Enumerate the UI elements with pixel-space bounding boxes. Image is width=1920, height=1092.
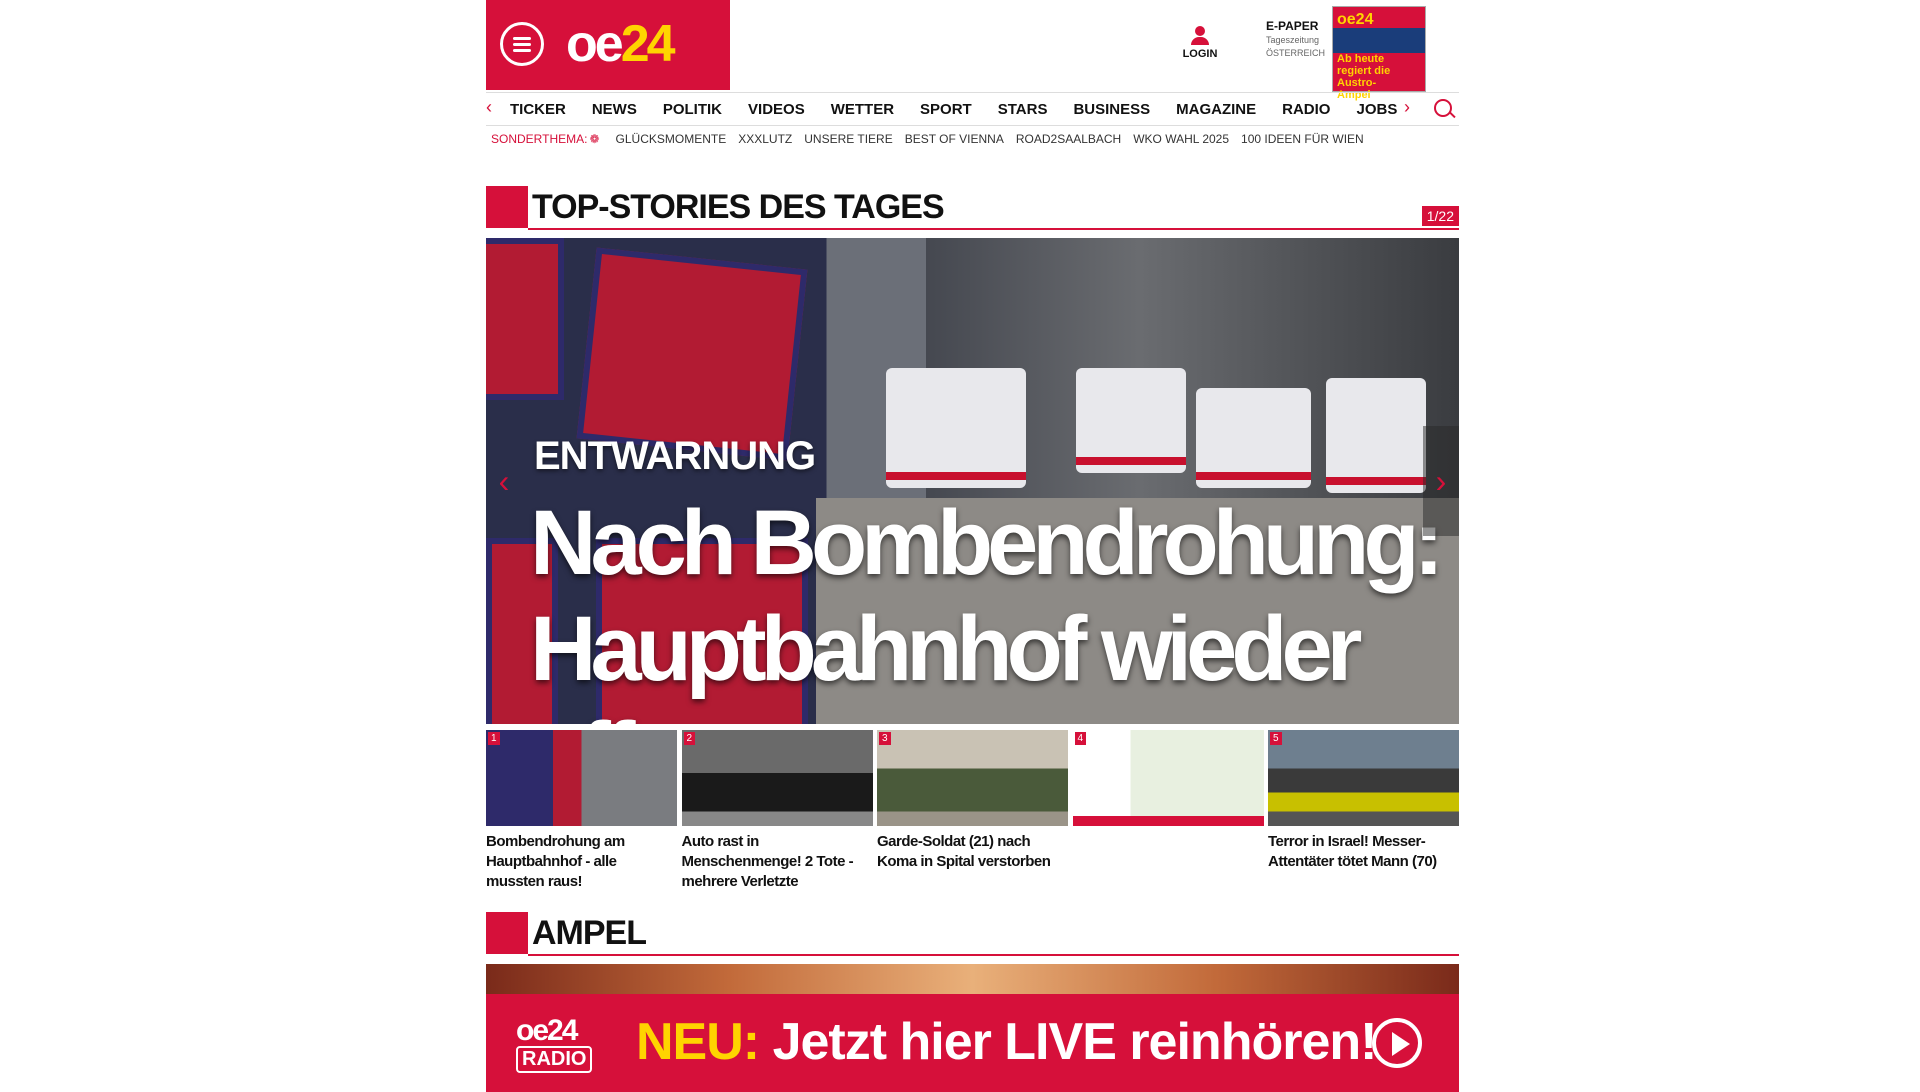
nav-prev-icon[interactable]: ‹ <box>486 97 492 118</box>
story-thumb[interactable]: 3 Garde-Soldat (21) nach Koma in Spital … <box>877 730 1068 892</box>
topstories-thumbnails: 1 Bombendrohung am Hauptbahnhof - alle m… <box>486 730 1459 892</box>
sonder-link[interactable]: XXXLUTZ <box>738 132 792 146</box>
ampel-image[interactable] <box>486 964 1459 994</box>
oe24-logo[interactable]: oe24 <box>566 14 676 74</box>
nav-item-radio[interactable]: RADIO <box>1282 101 1330 118</box>
epaper-cover-image[interactable]: oe24 Ab heute regiert die Austro-Ampel <box>1332 6 1426 101</box>
story-thumb[interactable]: 5 Terror in Israel! Messer-Attentäter tö… <box>1268 730 1459 892</box>
nav-item-ticker[interactable]: TICKER <box>510 101 566 118</box>
nav-item-wetter[interactable]: WETTER <box>831 101 894 118</box>
menu-icon[interactable] <box>500 22 544 66</box>
epaper-link[interactable]: E-PAPER Tageszeitung ÖSTERREICH <box>1266 20 1325 60</box>
main-nav: ‹ TICKER NEWS POLITIK VIDEOS WETTER SPOR… <box>486 92 1459 126</box>
slider-prev-icon[interactable]: ‹ <box>486 426 522 536</box>
page: oe24 LOGIN E-PAPER Tageszeitung ÖSTERREI… <box>486 0 1459 1092</box>
hero-slide[interactable]: ENTWARNUNG Nach Bombendrohung: Hauptbahn… <box>486 238 1459 724</box>
story-thumb[interactable]: 2 Auto rast in Menschenmenge! 2 Tote - m… <box>681 730 873 892</box>
story-thumb[interactable]: 1 Bombendrohung am Hauptbahnhof - alle m… <box>486 730 677 892</box>
slide-counter: 1/22 <box>1421 206 1459 226</box>
search-icon[interactable] <box>1434 99 1452 117</box>
nav-item-sport[interactable]: SPORT <box>920 101 972 118</box>
sonderthema-bar: SONDERTHEMA: GLÜCKSMOMENTE XXXLUTZ UNSER… <box>491 132 1376 146</box>
story-image: 2 <box>681 730 873 826</box>
nav-next-icon[interactable]: › <box>1404 97 1410 118</box>
nav-item-stars[interactable]: STARS <box>998 101 1048 118</box>
story-caption: Terror in Israel! Messer-Attentäter töte… <box>1268 833 1437 870</box>
radio-banner[interactable]: oe24 RADIO NEU: Jetzt hier LIVE reinhöre… <box>486 994 1459 1092</box>
nav-item-magazine[interactable]: MAGAZINE <box>1176 101 1256 118</box>
sonder-link[interactable]: BEST OF VIENNA <box>905 132 1004 146</box>
sonder-link[interactable]: GLÜCKSMOMENTE <box>616 132 727 146</box>
nav-item-news[interactable]: NEWS <box>592 101 637 118</box>
sonder-link[interactable]: ROAD2SAALBACH <box>1016 132 1121 146</box>
hero-kicker: ENTWARNUNG <box>534 434 816 478</box>
login-label: LOGIN <box>1182 48 1218 60</box>
story-image: 1 <box>486 730 677 826</box>
story-caption: Auto rast in Menschenmenge! 2 Tote - meh… <box>681 833 854 890</box>
slider-next-icon[interactable]: › <box>1423 426 1459 536</box>
radio-banner-text: NEU: Jetzt hier LIVE reinhören! <box>636 1013 1377 1071</box>
sonder-link[interactable]: 100 IDEEN FÜR WIEN <box>1241 132 1364 146</box>
hero-headline[interactable]: Nach Bombendrohung: Hauptbahnhof wieder … <box>530 490 1450 724</box>
ampel-header: AMPEL <box>486 912 1459 958</box>
oe24-radio-logo: oe24 RADIO <box>516 1014 593 1073</box>
story-image: 5 <box>1268 730 1459 826</box>
story-image: 3 <box>877 730 1068 826</box>
story-caption: Garde-Soldat (21) nach Koma in Spital ve… <box>877 833 1051 870</box>
user-icon <box>1195 26 1205 36</box>
nav-item-business[interactable]: BUSINESS <box>1073 101 1150 118</box>
section-title: TOP-STORIES DES TAGES <box>532 188 945 226</box>
logo-area[interactable]: oe24 <box>486 0 730 90</box>
login-button[interactable]: LOGIN <box>1170 26 1230 60</box>
nav-item-jobs[interactable]: JOBS <box>1356 101 1397 118</box>
topstories-header: TOP-STORIES DES TAGES 1/22 <box>486 186 1459 232</box>
story-thumb[interactable]: 4 <box>1072 730 1264 892</box>
section-title: AMPEL <box>532 914 647 952</box>
nav-item-politik[interactable]: POLITIK <box>663 101 722 118</box>
sonder-link[interactable]: UNSERE TIERE <box>804 132 892 146</box>
play-icon[interactable] <box>1372 1018 1422 1068</box>
story-caption: Bombendrohung am Hauptbahnhof - alle mus… <box>486 833 625 890</box>
sonderthema-label: SONDERTHEMA: <box>491 132 600 146</box>
nav-item-videos[interactable]: VIDEOS <box>748 101 805 118</box>
story-image: 4 <box>1072 730 1264 826</box>
sonder-link[interactable]: WKO WAHL 2025 <box>1133 132 1229 146</box>
